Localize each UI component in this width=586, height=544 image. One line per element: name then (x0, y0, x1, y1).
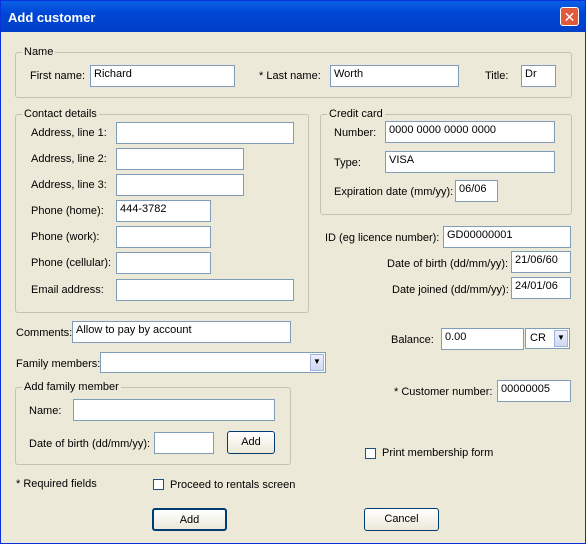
id-label: ID (eg licence number): (325, 232, 440, 244)
balance-label: Balance: (391, 334, 434, 346)
last-name-field[interactable]: Worth (330, 65, 459, 87)
last-name-label: * Last name: (259, 70, 321, 82)
address3-label: Address, line 3: (31, 179, 107, 191)
card-type-field[interactable]: VISA (385, 151, 555, 173)
phone-cell-label: Phone (cellular): (31, 257, 112, 269)
card-expiry-label: Expiration date (mm/yy): (334, 186, 454, 198)
address2-label: Address, line 2: (31, 153, 107, 165)
family-name-field[interactable] (73, 399, 275, 421)
phone-work-field[interactable] (116, 226, 211, 248)
date-joined-field[interactable]: 24/01/06 (511, 277, 571, 299)
title-label: Title: (485, 70, 509, 82)
comments-field[interactable]: Allow to pay by account (72, 321, 291, 343)
email-label: Email address: (31, 284, 104, 296)
balance-field[interactable]: 0.00 (441, 328, 524, 350)
id-field[interactable]: GD00000001 (443, 226, 571, 248)
card-type-label: Type: (334, 157, 361, 169)
customer-number-field[interactable]: 00000005 (497, 380, 571, 402)
proceed-rentals-label: Proceed to rentals screen (170, 479, 296, 491)
add-customer-dialog: Add customer ✕ Name First name: Richard … (0, 0, 586, 544)
address3-field[interactable] (116, 174, 244, 196)
cancel-button[interactable]: Cancel (364, 508, 439, 531)
card-expiry-field[interactable]: 06/06 (455, 180, 498, 202)
dob-label: Date of birth (dd/mm/yy): (387, 258, 509, 270)
close-icon[interactable]: ✕ (560, 7, 579, 26)
add-family-member-button[interactable]: Add (227, 431, 275, 454)
comments-label: Comments: (16, 327, 73, 339)
customer-number-label: * Customer number: (394, 386, 493, 398)
first-name-label: First name: (30, 70, 86, 82)
family-members-select[interactable]: ▼ (100, 352, 326, 373)
family-members-label: Family members: (16, 358, 101, 370)
card-number-label: Number: (334, 127, 377, 139)
credit-card-legend: Credit card (327, 108, 385, 120)
title-field[interactable]: Dr (521, 65, 556, 87)
email-field[interactable] (116, 279, 294, 301)
family-name-label: Name: (29, 405, 62, 417)
balance-type-value: CR (530, 332, 546, 344)
contact-details-legend: Contact details (22, 108, 99, 120)
address1-label: Address, line 1: (31, 127, 107, 139)
address2-field[interactable] (116, 148, 244, 170)
family-dob-field[interactable] (154, 432, 214, 454)
phone-cell-field[interactable] (116, 252, 211, 274)
print-membership-checkbox[interactable] (365, 448, 376, 459)
add-button[interactable]: Add (152, 508, 227, 531)
date-joined-label: Date joined (dd/mm/yy): (392, 284, 509, 296)
print-membership-label: Print membership form (382, 447, 494, 459)
family-dob-label: Date of birth (dd/mm/yy): (29, 438, 151, 450)
chevron-down-icon[interactable]: ▼ (310, 354, 324, 371)
chevron-down-icon[interactable]: ▼ (554, 330, 568, 347)
address1-field[interactable] (116, 122, 294, 144)
title-bar[interactable]: Add customer ✕ (1, 1, 585, 32)
card-number-field[interactable]: 0000 0000 0000 0000 (385, 121, 555, 143)
window-title: Add customer (8, 10, 96, 25)
first-name-field[interactable]: Richard (90, 65, 235, 87)
add-family-member-legend: Add family member (22, 381, 121, 393)
phone-home-field[interactable]: 444-3782 (116, 200, 211, 222)
phone-work-label: Phone (work): (31, 231, 100, 243)
proceed-rentals-checkbox[interactable] (153, 479, 164, 490)
phone-home-label: Phone (home): (31, 205, 104, 217)
balance-type-select[interactable]: CR ▼ (525, 328, 570, 349)
required-fields-note: * Required fields (16, 478, 97, 490)
name-group-legend: Name (22, 46, 56, 58)
dob-field[interactable]: 21/06/60 (511, 251, 571, 273)
